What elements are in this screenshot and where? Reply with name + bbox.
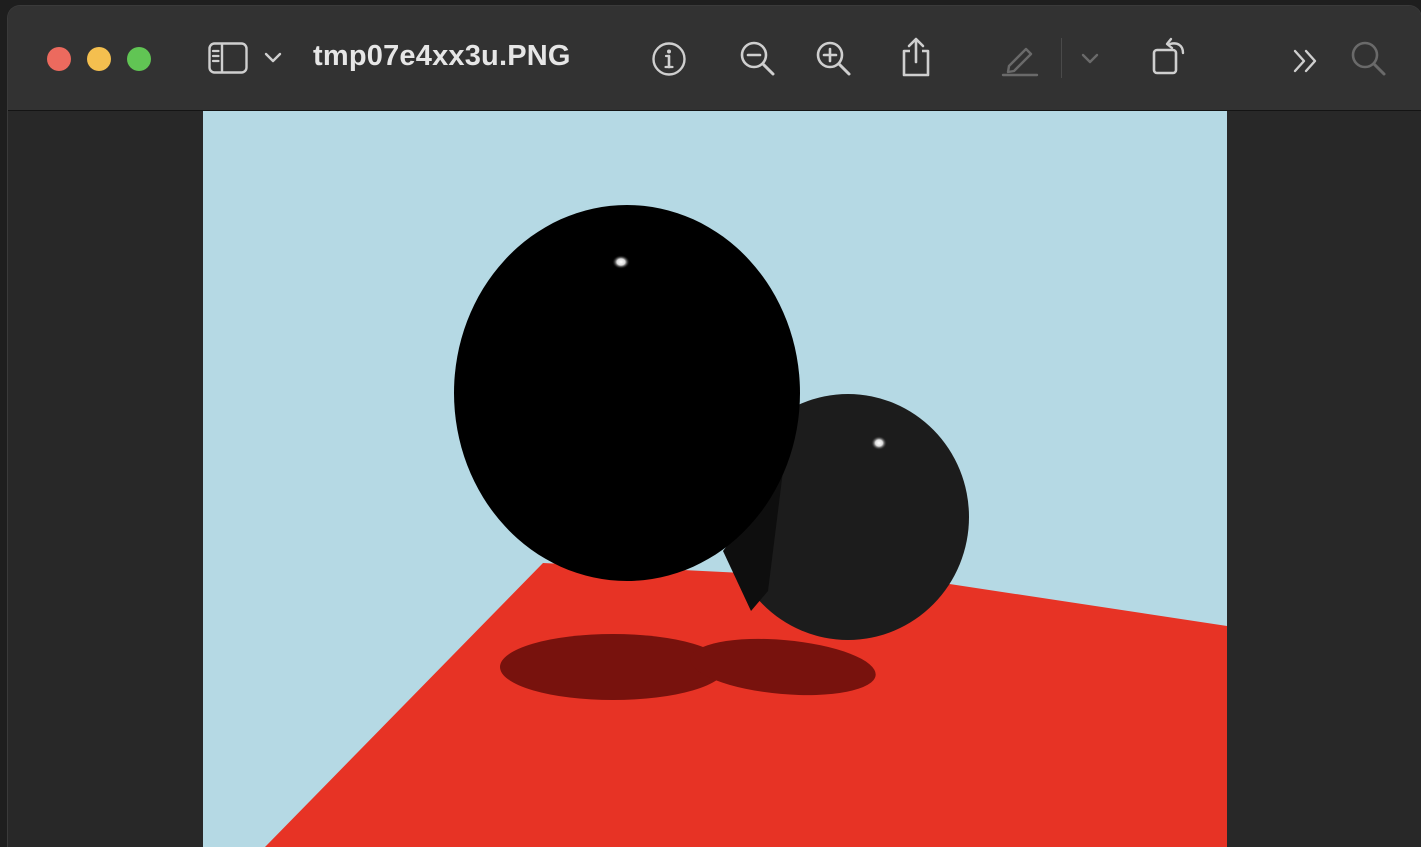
minimize-window-button[interactable] <box>87 47 111 71</box>
image-viewport[interactable] <box>8 111 1421 847</box>
info-icon[interactable] <box>651 41 687 77</box>
toolbar: tmp07e4xx3u.PNG <box>8 6 1421 111</box>
close-window-button[interactable] <box>47 47 71 71</box>
chevron-down-icon[interactable] <box>264 52 282 64</box>
zoom-in-icon[interactable] <box>815 40 853 78</box>
toolbar-divider <box>1061 38 1062 78</box>
large-sphere-highlight <box>612 255 630 269</box>
rendered-scene-image <box>203 111 1227 847</box>
window-title: tmp07e4xx3u.PNG <box>313 40 571 72</box>
rotate-icon[interactable] <box>1150 36 1190 78</box>
search-icon[interactable] <box>1350 40 1388 78</box>
markup-chevron-icon[interactable] <box>1081 53 1099 65</box>
small-sphere-highlight <box>871 436 887 450</box>
sidebar-icon[interactable] <box>208 42 248 74</box>
markup-pen-icon[interactable] <box>1001 39 1039 77</box>
overflow-icon[interactable] <box>1291 48 1321 74</box>
zoom-window-button[interactable] <box>127 47 151 71</box>
zoom-out-icon[interactable] <box>739 40 777 78</box>
share-icon[interactable] <box>899 36 933 78</box>
floor-shadow-left <box>500 634 726 700</box>
preview-window: tmp07e4xx3u.PNG <box>8 6 1421 847</box>
